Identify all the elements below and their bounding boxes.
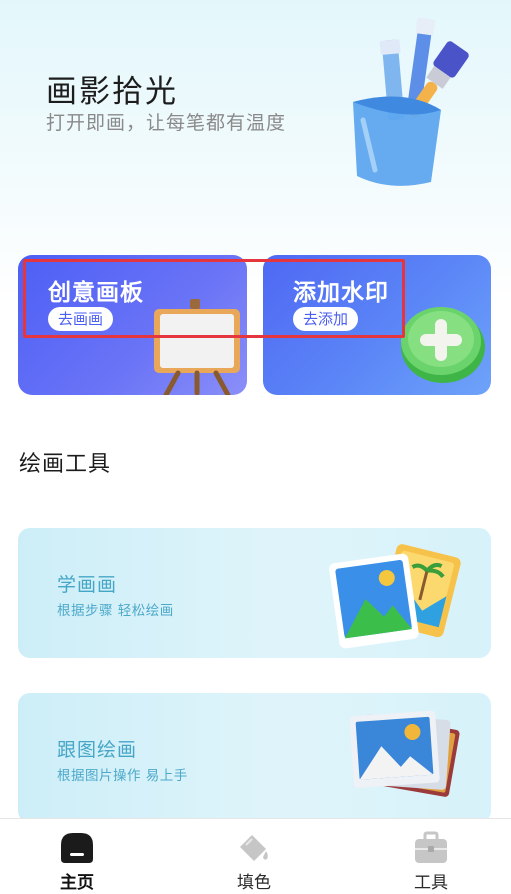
paint-bucket-brushes-icon	[353, 17, 469, 186]
tab-coloring[interactable]: 填色	[194, 819, 314, 894]
card-title-creative-canvas: 创意画板	[48, 280, 144, 306]
tab-label-tools: 工具	[414, 873, 448, 893]
tool-subtitle-trace-drawing: 根据图片操作 易上手	[57, 768, 188, 784]
tool-subtitle-learn-drawing: 根据步骤 轻松绘画	[57, 603, 174, 619]
creative-canvas-card[interactable]: 创意画板 去画画	[18, 255, 247, 395]
go-add-button[interactable]: 去添加	[293, 307, 359, 331]
paint-bucket-icon	[240, 835, 268, 861]
tab-home[interactable]: 主页	[17, 819, 137, 894]
hero-title: 画影拾光	[46, 74, 178, 110]
card-title-add-watermark: 添加水印	[293, 280, 389, 306]
tab-tools[interactable]: 工具	[371, 819, 491, 894]
bottom-tab-bar: 主页 填色 工具	[0, 818, 511, 894]
hero-subtitle: 打开即画，让每笔都有温度	[46, 112, 287, 134]
tab-label-home: 主页	[60, 873, 94, 893]
tool-title-trace-drawing: 跟图绘画	[57, 739, 138, 761]
go-draw-button[interactable]: 去画画	[48, 307, 114, 331]
tool-title-learn-drawing: 学画画	[57, 574, 118, 596]
photo-cards-icon	[329, 544, 461, 649]
section-title-drawing-tools: 绘画工具	[19, 452, 112, 477]
add-watermark-card[interactable]: 添加水印 去添加	[263, 255, 491, 395]
tab-label-coloring: 填色	[237, 873, 271, 893]
picture-stack-icon	[349, 710, 460, 797]
toolbox-icon	[415, 831, 447, 863]
home-icon	[61, 833, 93, 863]
trace-drawing-card[interactable]: 跟图绘画 根据图片操作 易上手	[18, 693, 491, 823]
learn-drawing-card[interactable]: 学画画 根据步骤 轻松绘画	[18, 528, 491, 658]
easel-icon	[154, 299, 240, 395]
green-plus-icon	[401, 307, 485, 383]
